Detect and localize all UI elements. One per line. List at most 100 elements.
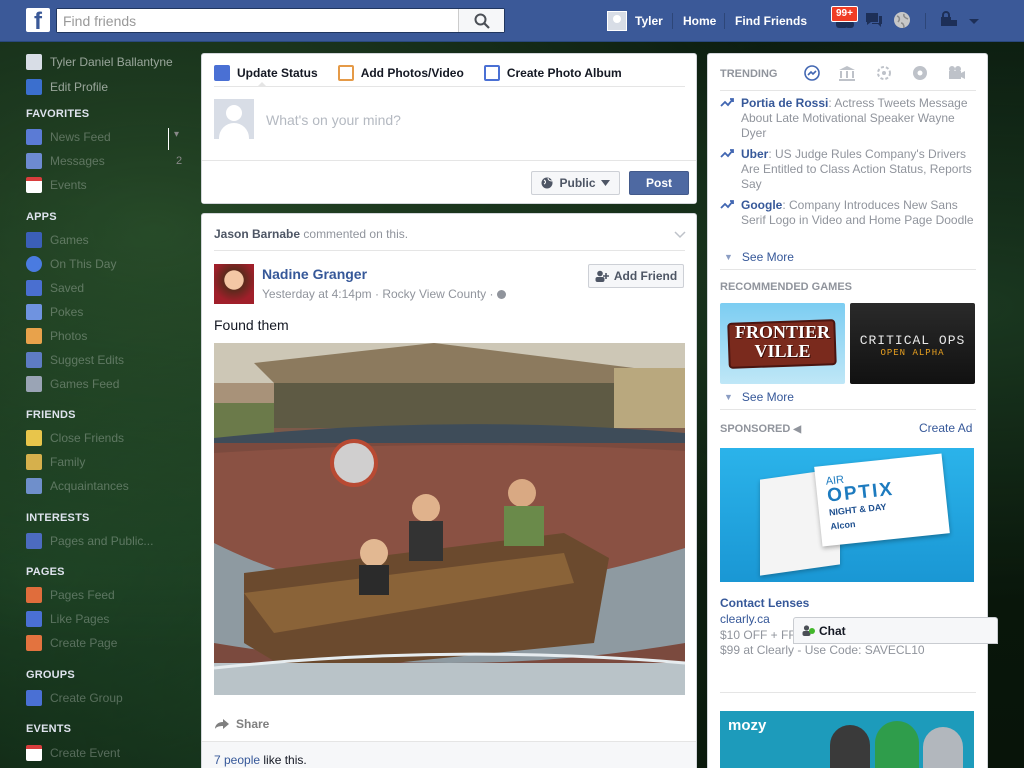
chat-bar[interactable]: Chat (793, 617, 998, 644)
sidebar-item-pages-public[interactable]: Pages and Public... (26, 533, 153, 549)
game-frontierville[interactable]: FRONTIER VILLE (720, 303, 845, 384)
sidebar-item-photos[interactable]: Photos (26, 328, 87, 344)
tab-divider (214, 86, 685, 87)
pencil-icon (26, 79, 42, 95)
tab-create-album[interactable]: Create Photo Album (483, 65, 622, 81)
story-divider (214, 250, 685, 251)
trending-top-icon[interactable] (804, 65, 820, 84)
sidebar-item-suggest-edits[interactable]: Suggest Edits (26, 352, 124, 368)
post-photo[interactable] (214, 343, 685, 695)
author-name[interactable]: Nadine Granger (262, 266, 367, 282)
sidebar-item-like-pages[interactable]: Like Pages (26, 611, 109, 627)
trending-item[interactable]: Uber: US Judge Rules Company's Drivers A… (720, 147, 976, 192)
sidebar-item-events[interactable]: Events (26, 177, 87, 193)
trending-item[interactable]: Portia de Rossi: Actress Tweets Message … (720, 96, 976, 141)
mozy-ad-image[interactable]: mozy (720, 711, 974, 768)
sidebar-item-pokes[interactable]: Pokes (26, 304, 83, 320)
story-options-chevron-icon[interactable] (674, 228, 686, 242)
options-icon[interactable]: ▾ (174, 129, 179, 140)
trending-entertainment-icon[interactable] (948, 65, 966, 84)
trending-see-more[interactable]: ▼ See More (724, 250, 794, 264)
search-input[interactable] (57, 9, 457, 32)
log-ride-photo (214, 343, 685, 695)
trending-header: TRENDING (720, 68, 778, 80)
right-column: TRENDING Portia de Rossi: Actress Tweets… (707, 53, 988, 768)
account-menu[interactable] (968, 15, 988, 33)
section-favorites: FAVORITES (26, 108, 90, 120)
news-feed-icon (26, 129, 42, 145)
controller-icon (26, 376, 42, 392)
game-title-line2: OPEN ALPHA (880, 348, 945, 358)
notifications-jewel[interactable] (893, 11, 913, 29)
section-friends: FRIENDS (26, 409, 76, 421)
games-header: RECOMMENDED GAMES (720, 281, 853, 293)
story-actor[interactable]: Jason Barnabe (214, 227, 300, 241)
post-location[interactable]: Rocky View County (382, 287, 486, 301)
sidebar-item-messages[interactable]: Messages (26, 153, 105, 169)
post-button[interactable]: Post (629, 171, 689, 195)
ad-title[interactable]: Contact Lenses (720, 596, 809, 610)
status-composer: Update Status Add Photos/Video Create Ph… (201, 53, 697, 204)
sidebar-item-create-group[interactable]: Create Group (26, 690, 123, 706)
create-page-icon (26, 635, 42, 651)
ad-url[interactable]: clearly.ca (720, 612, 770, 626)
chevron-down-icon (969, 19, 979, 24)
calendar-icon (26, 177, 42, 193)
post-timestamp[interactable]: Yesterday at 4:14pm (262, 287, 372, 301)
online-status-dot (809, 627, 815, 634)
likers-link[interactable]: 7 people (214, 753, 260, 767)
sidebar-item-family[interactable]: Family (26, 454, 85, 470)
trending-sports-icon[interactable] (912, 65, 928, 84)
sidebar-item-games[interactable]: Games (26, 232, 89, 248)
sidebar-item-create-page[interactable]: Create Page (26, 635, 117, 651)
ad-image[interactable]: AIR OPTIX NIGHT & DAY Alcon (720, 448, 974, 582)
game-title-line1: FRONTIER (734, 322, 830, 342)
privacy-selector[interactable]: Public (531, 171, 620, 195)
sidebar-edit-profile[interactable]: Edit Profile (26, 79, 108, 95)
trending-science-icon[interactable] (876, 65, 892, 84)
status-input[interactable]: What's on your mind? (266, 112, 401, 128)
likes-summary: 7 people like this. (202, 741, 696, 768)
sponsored-header: SPONSORED ◀ (720, 423, 802, 435)
sidebar-item-games-feed[interactable]: Games Feed (26, 376, 119, 392)
sidebar-item-news-feed[interactable]: News Feed (26, 129, 111, 145)
lock-people-icon (941, 11, 957, 26)
find-friends-link[interactable]: Find Friends (735, 0, 807, 42)
games-see-more[interactable]: ▼ See More (724, 390, 794, 404)
feed-story: Jason Barnabe commented on this. Nadine … (201, 213, 697, 768)
sidebar-profile[interactable]: Tyler Daniel Ballantyne (26, 54, 173, 70)
trending-divider (720, 90, 976, 91)
chevron-down-icon: ▼ (724, 392, 733, 402)
nav-divider (925, 13, 926, 29)
post-text: Found them (214, 317, 289, 333)
create-ad-link[interactable]: Create Ad (919, 421, 972, 435)
composer-avatar (214, 99, 254, 139)
game-critical-ops[interactable]: CRITICAL OPS OPEN ALPHA (850, 303, 975, 384)
facebook-logo[interactable]: f (26, 8, 50, 32)
globe-icon (894, 12, 910, 29)
top-bar: f Tyler Home Find Friends 99+ (0, 0, 1024, 42)
share-button[interactable]: Share (214, 717, 269, 731)
privacy-shortcuts[interactable] (940, 11, 960, 29)
sidebar-item-saved[interactable]: Saved (26, 280, 84, 296)
section-events: EVENTS (26, 723, 72, 735)
sidebar-item-create-event[interactable]: Create Event (26, 745, 120, 761)
section-apps: APPS (26, 211, 57, 223)
trending-politics-icon[interactable] (838, 65, 856, 84)
messages-jewel[interactable] (864, 11, 884, 29)
story-header: Jason Barnabe commented on this. (214, 227, 408, 241)
trending-item[interactable]: Google: Company Introduces New Sans Seri… (720, 198, 976, 228)
sidebar-item-pages-feed[interactable]: Pages Feed (26, 587, 115, 603)
sidebar-divider (168, 128, 169, 150)
tab-update-status[interactable]: Update Status (214, 65, 318, 81)
profile-link[interactable]: Tyler (607, 0, 663, 42)
sidebar-item-acquaintances[interactable]: Acquaintances (26, 478, 129, 494)
photos-icon (26, 328, 42, 344)
author-avatar[interactable] (214, 264, 254, 304)
sidebar-item-close-friends[interactable]: Close Friends (26, 430, 124, 446)
search-button[interactable] (458, 9, 504, 32)
sidebar-item-on-this-day[interactable]: On This Day (26, 256, 116, 272)
add-friend-button[interactable]: Add Friend (588, 264, 684, 288)
tab-add-photos[interactable]: Add Photos/Video (337, 65, 464, 81)
home-link[interactable]: Home (683, 0, 716, 42)
